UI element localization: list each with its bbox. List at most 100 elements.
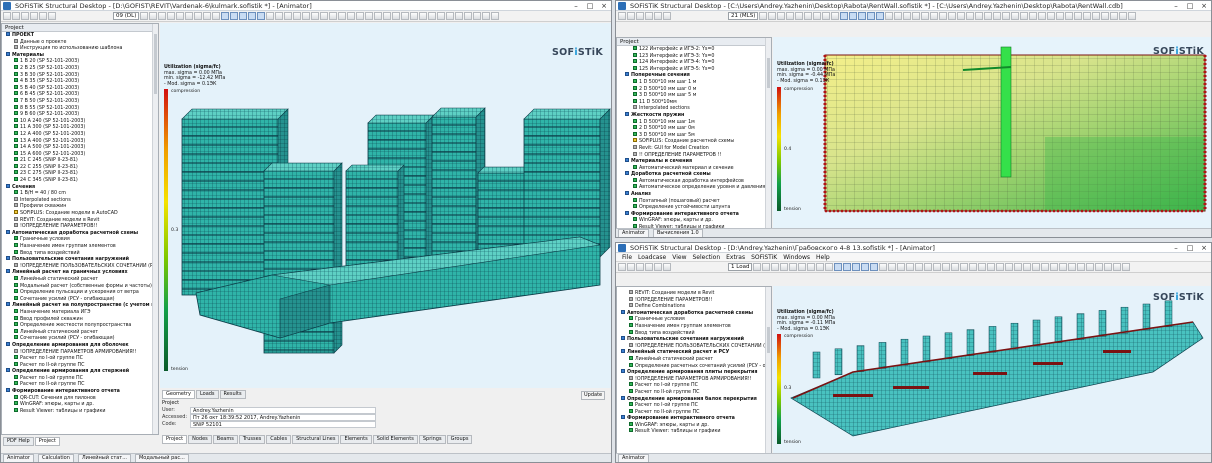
- toolbar-button-icon[interactable]: [768, 12, 777, 20]
- toolbar-button-icon[interactable]: [194, 12, 203, 20]
- tree-item[interactable]: Анализ: [625, 191, 771, 198]
- toolbar-button-icon[interactable]: [939, 12, 948, 20]
- tree-item[interactable]: Автоматический материал и сечение: [625, 164, 771, 172]
- tree-item[interactable]: Линейный статический расчет: [6, 328, 158, 336]
- menu-file[interactable]: File: [622, 253, 632, 261]
- toolbar-button-icon[interactable]: [1104, 263, 1113, 271]
- tree-item[interactable]: !ОПРЕДЕЛЕНИЕ ПАРАМЕТРОВ!!: [6, 223, 158, 230]
- toolbar-button-icon[interactable]: [861, 263, 870, 271]
- tree-item[interactable]: WinGRAF: эпюры, карты и др.: [6, 401, 158, 408]
- bottom-tab[interactable]: Cables: [266, 435, 292, 444]
- tree-item[interactable]: !ОПРЕДЕЛЕНИЕ ПОЛЬЗОВАТЕЛЬСКИХ СОЧЕТАНИЙ …: [6, 262, 158, 270]
- tree-item[interactable]: 9 В 60 (SP 52-101-2003): [6, 111, 158, 118]
- toolbar-button-icon[interactable]: [473, 12, 482, 20]
- toolbar-button-icon[interactable]: [960, 263, 969, 271]
- toolbar-button-icon[interactable]: [158, 12, 167, 20]
- tree-item[interactable]: 1 B/H = 40 / 80 cm: [6, 190, 158, 197]
- tree-item[interactable]: Определение устойчивости шпунта: [625, 204, 771, 211]
- toolbar-button-icon[interactable]: [645, 263, 653, 271]
- tree-item[interactable]: 8 В 55 (SP 52-101-2003): [6, 104, 158, 112]
- bottom-tab[interactable]: Groups: [446, 435, 473, 444]
- toolbar-button-icon[interactable]: [1086, 263, 1095, 271]
- toolbar-button-icon[interactable]: [786, 12, 795, 20]
- toolbar-button-icon[interactable]: [1122, 263, 1131, 271]
- bottom-tab[interactable]: Project: [162, 435, 188, 444]
- tree-item[interactable]: 3 D 500*10 мм шаг 5 м: [625, 92, 771, 99]
- toolbar-button-icon[interactable]: [21, 12, 29, 20]
- toolbar-button-icon[interactable]: [1119, 12, 1128, 20]
- tree-item[interactable]: Расчет по I-ой группе ПС: [621, 402, 771, 409]
- toolbar-button-icon[interactable]: [30, 12, 38, 20]
- toolbar-button-icon[interactable]: [789, 263, 798, 271]
- tree-item[interactable]: Revit: GUI for Model Creation: [625, 144, 771, 152]
- toolbar-button-icon[interactable]: [807, 263, 816, 271]
- toolbar-button-icon[interactable]: [996, 263, 1005, 271]
- toolbar-button-icon[interactable]: [1014, 263, 1023, 271]
- toolbar-button-icon[interactable]: [1002, 12, 1011, 20]
- toolbar-button-icon[interactable]: [933, 263, 942, 271]
- toolbar-button-icon[interactable]: [987, 263, 996, 271]
- tree-item[interactable]: Определение расчетных сочетаний усилий (…: [621, 362, 771, 370]
- status-animator[interactable]: Animator: [3, 453, 34, 462]
- toolbar-button-icon[interactable]: [1041, 263, 1050, 271]
- toolbar-button-icon[interactable]: [1074, 12, 1083, 20]
- toolbar-button-icon[interactable]: [419, 12, 428, 20]
- tree-item[interactable]: Линейный статический расчет: [621, 355, 771, 363]
- toolbar-button-icon[interactable]: [320, 12, 329, 20]
- minimize-icon[interactable]: –: [569, 1, 583, 10]
- tab-project[interactable]: Project: [34, 437, 60, 446]
- tree-item[interactable]: Автоматическая доработка расчетной схемы: [6, 229, 158, 237]
- toolbar-button-icon[interactable]: [885, 12, 894, 20]
- toolbar-button-icon[interactable]: [858, 12, 867, 20]
- toolbar-button-icon[interactable]: [816, 263, 825, 271]
- toolbar-button-icon[interactable]: [1059, 263, 1068, 271]
- status-animator[interactable]: Animator: [618, 453, 649, 462]
- tree-item[interactable]: Поэтапный (пошаговый) расчет: [625, 197, 771, 205]
- toolbar-button-icon[interactable]: [663, 12, 671, 20]
- status-modal[interactable]: Модальный рас...: [134, 453, 189, 462]
- toolbar-button-icon[interactable]: [1047, 12, 1056, 20]
- tree-item[interactable]: !ОПРЕДЕЛЕНИЕ ПАРАМЕТРОВ!!: [621, 296, 771, 304]
- tree-item[interactable]: Сечения: [6, 183, 158, 191]
- tree-item[interactable]: Назначение имен группам элементов: [6, 243, 158, 250]
- tab-geometry[interactable]: Geometry: [162, 390, 195, 399]
- toolbar-button-icon[interactable]: [248, 12, 257, 20]
- tree-item[interactable]: Назначение материала ИГЭ: [6, 308, 158, 316]
- toolbar-button-icon[interactable]: [867, 12, 876, 20]
- tree-item[interactable]: Пользовательские сочетания нагружений: [6, 256, 158, 263]
- tree-item[interactable]: 11 D 500*10мм: [625, 98, 771, 106]
- status-animator[interactable]: Animator: [618, 228, 649, 237]
- loadcase-select[interactable]: 21 (MLS): [728, 12, 759, 20]
- tree-item[interactable]: Result Viewer: таблицы и графики: [6, 407, 158, 415]
- toolbar-button-icon[interactable]: [275, 12, 284, 20]
- close-icon[interactable]: ×: [1197, 1, 1211, 10]
- toolbar-button-icon[interactable]: [771, 263, 780, 271]
- toolbar-button-icon[interactable]: [879, 263, 888, 271]
- tree-item[interactable]: !ОПРЕДЕЛЕНИЕ ПОЛЬЗОВАТЕЛЬСКИХ СОЧЕТАНИЙ …: [621, 342, 771, 350]
- tree-item[interactable]: 2 D 500*10 мм шаг 0м: [625, 125, 771, 132]
- toolbar-button-icon[interactable]: [1110, 12, 1119, 20]
- tree-item[interactable]: QR-CUT: Сечения для пилонов: [6, 394, 158, 402]
- tree-item[interactable]: REVIT: Создание модели в Revit: [621, 290, 771, 297]
- toolbar-button-icon[interactable]: [329, 12, 338, 20]
- tree-item[interactable]: Расчет по II-ой группе ПС: [621, 408, 771, 416]
- toolbar-button-icon[interactable]: [266, 12, 275, 20]
- close-icon[interactable]: ×: [597, 1, 611, 10]
- minimize-icon[interactable]: –: [1169, 1, 1183, 10]
- menu-view[interactable]: View: [672, 253, 686, 261]
- tree-item[interactable]: Ввод профилей скважин: [6, 315, 158, 323]
- tree-item[interactable]: 24 C 345 (SNiP II-23-81): [6, 177, 158, 184]
- toolbar-button-icon[interactable]: [203, 12, 212, 20]
- toolbar-button-icon[interactable]: [149, 12, 158, 20]
- tree-item[interactable]: Линейный расчет на граничных условиях: [6, 269, 158, 276]
- tree-item[interactable]: Сочетание усилий (РСУ - огибающая): [6, 295, 158, 303]
- tree-item[interactable]: Расчет по I-ой группе ПС: [6, 374, 158, 382]
- toolbar-button-icon[interactable]: [464, 12, 473, 20]
- toolbar-button-icon[interactable]: [1083, 12, 1092, 20]
- toolbar-button-icon[interactable]: [924, 263, 933, 271]
- tree-item[interactable]: 15 A 600 (SP 52-101-2003): [6, 150, 158, 158]
- maximize-icon[interactable]: □: [1183, 243, 1197, 252]
- toolbar-button-icon[interactable]: [645, 12, 653, 20]
- tree-item[interactable]: Interpolated sections: [625, 105, 771, 112]
- tree-item[interactable]: 2 В 25 (SP 52-101-2003): [6, 64, 158, 72]
